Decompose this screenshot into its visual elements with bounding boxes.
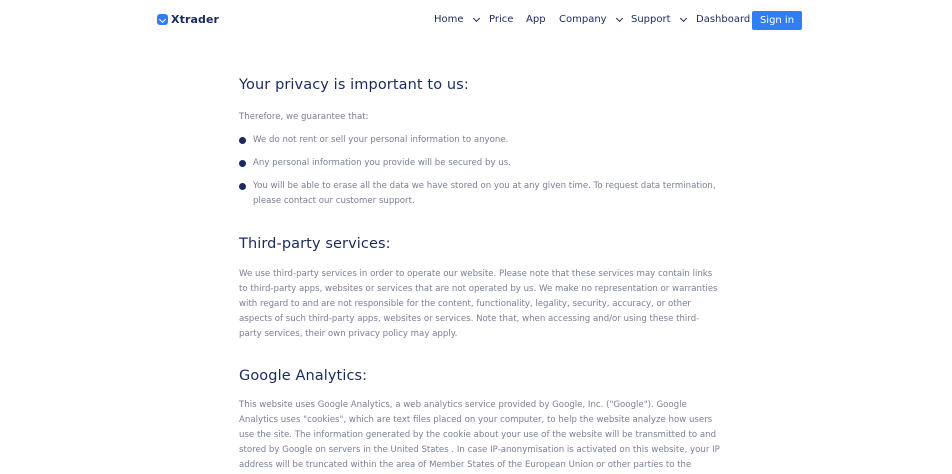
section-title: Third-party services: <box>239 236 391 252</box>
brand-name: Xtrader <box>171 13 220 26</box>
nav-item-dashboard[interactable]: Dashboard <box>696 14 750 25</box>
section-intro: Therefore, we guarantee that: <box>239 112 369 122</box>
chevron-down-icon <box>472 14 480 22</box>
list-item-text: Any personal information you provide wil… <box>253 158 511 168</box>
bullet-dot-icon <box>239 183 246 190</box>
brand-logo-icon <box>157 14 168 25</box>
section-body: We use third-party services in order to … <box>239 269 718 339</box>
chevron-down-icon <box>679 14 687 22</box>
list-item: We do not rent or sell your personal inf… <box>239 133 721 148</box>
nav-item-price[interactable]: Price <box>489 14 513 25</box>
third-party-section: Third-party services: We use third-party… <box>239 236 721 342</box>
nav-item-label: App <box>526 14 546 25</box>
nav-item-label: Company <box>559 14 607 25</box>
section-title: Your privacy is important to us: <box>239 77 469 93</box>
brand-logo[interactable]: Xtrader <box>157 13 219 26</box>
nav-item-label: Support <box>631 14 671 25</box>
list-item-text: You will be able to erase all the data w… <box>253 181 716 206</box>
bullet-dot-icon <box>239 137 246 144</box>
list-item: You will be able to erase all the data w… <box>239 179 721 209</box>
bullet-dot-icon <box>239 160 246 167</box>
top-navbar: Xtrader Home Price App Company Support D… <box>0 0 952 40</box>
nav-item-label: Dashboard <box>696 14 751 25</box>
nav-item-home[interactable]: Home <box>434 14 480 25</box>
nav-item-label: Price <box>489 14 514 25</box>
privacy-content: Your privacy is important to us: Therefo… <box>239 77 721 474</box>
section-body: This website uses Google Analytics, a we… <box>239 400 720 470</box>
google-analytics-section: Google Analytics: This website uses Goog… <box>239 368 721 474</box>
nav-item-label: Home <box>434 14 464 25</box>
list-item-text: We do not rent or sell your personal inf… <box>253 135 509 145</box>
nav-item-company[interactable]: Company <box>559 14 623 25</box>
nav-item-support[interactable]: Support <box>631 14 687 25</box>
chevron-down-icon <box>615 14 623 22</box>
nav-item-app[interactable]: App <box>526 14 546 25</box>
section-title: Google Analytics: <box>239 368 368 384</box>
privacy-section: Your privacy is important to us: Therefo… <box>239 77 721 209</box>
sign-in-button[interactable]: Sign in <box>752 11 802 30</box>
list-item: Any personal information you provide wil… <box>239 156 721 171</box>
